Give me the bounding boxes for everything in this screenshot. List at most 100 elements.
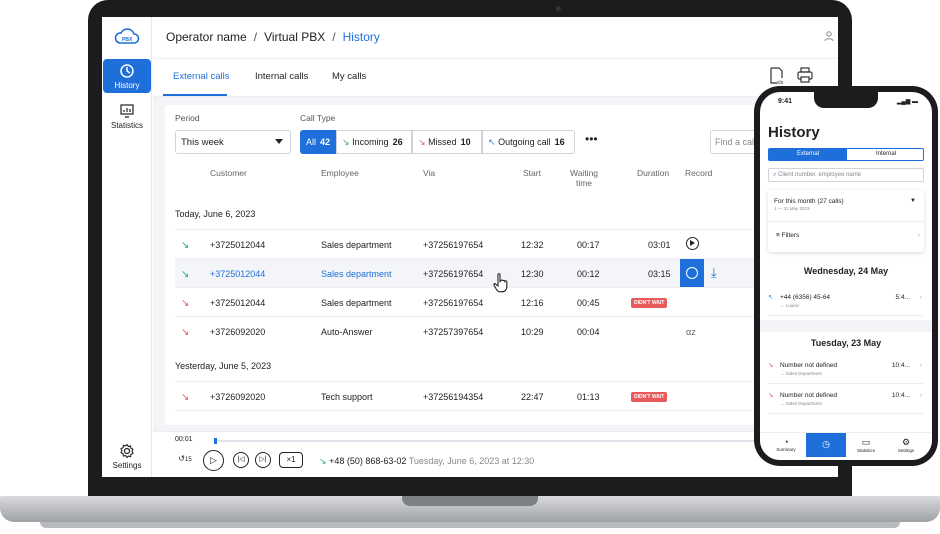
- customer-cell[interactable]: +3725012044: [210, 240, 265, 250]
- cloud-logo-icon[interactable]: PBX: [114, 25, 140, 47]
- col-customer[interactable]: Customer: [210, 168, 247, 178]
- col-duration[interactable]: Duration: [637, 168, 669, 178]
- play-record-icon[interactable]: [686, 237, 699, 250]
- sidebar: PBX History Statistics Settings: [102, 17, 152, 477]
- phone-tab-external[interactable]: External: [769, 149, 847, 160]
- table-row[interactable]: ↘ +3726092020 Tech support +37256194354 …: [175, 381, 805, 410]
- employee-cell: Sales department: [321, 298, 392, 308]
- col-employee[interactable]: Employee: [321, 168, 359, 178]
- phone-page-title: History: [768, 124, 820, 141]
- table-row[interactable]: ↘ +3725012044 Sales department +37256197…: [175, 287, 805, 316]
- phone-call-item[interactable]: ↖ +44 (6356) 45-64 ← Louise 5:4... ›: [768, 290, 924, 316]
- filter-missed[interactable]: ↘ Missed 10: [412, 130, 482, 154]
- table-row[interactable]: ↘ +3725012044 Sales department +37256197…: [175, 258, 805, 288]
- col-start[interactable]: Start: [523, 168, 541, 178]
- phone-nav-settings[interactable]: ⚙ Settings: [886, 437, 926, 453]
- employee-cell[interactable]: Sales department: [321, 269, 392, 279]
- breadcrumb-operator[interactable]: Operator name: [166, 30, 247, 44]
- col-waiting-time[interactable]: Waiting time: [570, 168, 598, 188]
- incoming-call-icon: ↘: [181, 269, 190, 280]
- phone-nav-history[interactable]: ◷: [806, 433, 846, 457]
- phone-nav-statistics[interactable]: ▭ Statistics: [846, 437, 886, 453]
- transcription-icon[interactable]: αz: [686, 327, 696, 337]
- missed-call-icon: ↘: [181, 392, 190, 403]
- breadcrumb: Operator name / Virtual PBX / History: [166, 30, 380, 44]
- phone-nav-summary[interactable]: ◔ Summary: [766, 437, 806, 452]
- clock-icon: ◷: [822, 439, 830, 449]
- filter-all[interactable]: All 42: [300, 130, 336, 154]
- employee-cell: Auto-Answer: [321, 327, 373, 337]
- download-icon[interactable]: ⤓: [711, 265, 717, 281]
- tab-my-calls[interactable]: My calls: [332, 71, 366, 82]
- sidebar-item-statistics[interactable]: Statistics: [102, 103, 152, 130]
- didnt-wait-badge: DIDN'T WAIT: [631, 298, 668, 308]
- tab-external-calls[interactable]: External calls: [173, 71, 230, 82]
- outgoing-arrow-icon: ↖: [488, 137, 496, 147]
- phone-call-item[interactable]: ↘ Number not defined → Sales Department …: [768, 358, 924, 384]
- incoming-call-icon: ↘: [181, 240, 190, 251]
- waiting-cell: 00:17: [577, 240, 600, 250]
- table-row[interactable]: ↘ +3725012044 Sales department +37256197…: [175, 229, 805, 258]
- rewind-15-button[interactable]: ↺15: [177, 452, 193, 468]
- sidebar-item-label: History: [114, 81, 140, 90]
- waiting-cell: 00:12: [577, 269, 600, 279]
- waiting-cell: 00:04: [577, 327, 600, 337]
- customer-cell[interactable]: +3726092020: [210, 392, 265, 402]
- customer-cell[interactable]: +3725012044: [210, 298, 265, 308]
- rewind-icon: ↺: [178, 454, 185, 463]
- incoming-call-icon: ↘: [319, 456, 327, 466]
- phone-call-item[interactable]: ↘ Number not defined → Sales Department …: [768, 388, 924, 414]
- user-icon[interactable]: [819, 28, 838, 48]
- chevron-right-icon: ›: [919, 392, 922, 399]
- monitor-chart-icon: ▭: [861, 437, 871, 447]
- export-xls-icon[interactable]: xls: [767, 67, 787, 87]
- phone-filters-button[interactable]: ≡ Filters: [776, 232, 799, 239]
- period-label: Period: [175, 113, 200, 123]
- missed-call-icon: ↘: [768, 392, 774, 399]
- player-call-info: ↘ +48 (50) 868-63-02 Tuesday, June 6, 20…: [319, 456, 534, 467]
- next-button[interactable]: ▷|: [255, 452, 271, 468]
- play-button[interactable]: ▷: [203, 450, 224, 471]
- start-cell: 12:30: [521, 269, 544, 279]
- phone-period[interactable]: For this month (27 calls): [774, 198, 844, 205]
- gear-icon: [120, 443, 134, 459]
- phone-tab-internal[interactable]: Internal: [847, 151, 925, 157]
- calls-card: Period This week Call Type All 42 ↘ Incom…: [165, 105, 805, 425]
- laptop-screen: PBX History Statistics Settings Operator…: [102, 17, 838, 477]
- start-cell: 12:16: [521, 298, 544, 308]
- previous-button[interactable]: |◁: [233, 452, 249, 468]
- sidebar-item-label: Statistics: [110, 121, 143, 130]
- laptop-notch: [402, 496, 538, 506]
- camera: [556, 6, 561, 11]
- printer-icon[interactable]: [795, 67, 815, 87]
- sidebar-item-history[interactable]: History: [103, 59, 151, 93]
- table-row[interactable]: ↘ +3726092020 Auto-Answer +37257397654 1…: [175, 316, 805, 345]
- sidebar-item-settings[interactable]: Settings: [102, 443, 152, 470]
- phone-search-input[interactable]: ⌕ Client number, employee name: [768, 168, 924, 182]
- speed-button[interactable]: ×1: [279, 452, 303, 468]
- playing-record-icon[interactable]: [680, 259, 704, 288]
- customer-cell[interactable]: +3725012044: [210, 269, 265, 279]
- calltype-label: Call Type: [300, 113, 336, 123]
- filter-outgoing[interactable]: ↖ Outgoing call 16: [482, 130, 575, 154]
- logo-text: PBX: [122, 37, 133, 43]
- group-today: Today, June 6, 2023: [175, 209, 256, 219]
- phone-day-header: Wednesday, 24 May: [803, 266, 889, 276]
- previous-icon: |◁: [237, 456, 245, 463]
- svg-text:xls: xls: [777, 80, 784, 85]
- player-progress-slider[interactable]: [214, 438, 794, 444]
- customer-cell[interactable]: +3726092020: [210, 327, 265, 337]
- period-select[interactable]: This week: [175, 130, 291, 154]
- breadcrumb-current: History: [342, 30, 380, 44]
- didnt-wait-badge: DIDN'T WAIT: [631, 392, 668, 402]
- phone-period-range: 1 — 31 May 2023: [774, 206, 810, 211]
- breadcrumb-pbx[interactable]: Virtual PBX: [264, 30, 325, 44]
- filter-incoming[interactable]: ↘ Incoming 26: [336, 130, 412, 154]
- chevron-down-icon[interactable]: ▼: [910, 198, 916, 204]
- tab-internal-calls[interactable]: Internal calls: [255, 71, 308, 82]
- period-value: This week: [181, 137, 224, 148]
- col-via[interactable]: Via: [423, 168, 435, 178]
- missed-arrow-icon: ↘: [418, 137, 426, 147]
- more-filters-button[interactable]: •••: [585, 132, 598, 146]
- player-date: Tuesday, June 6, 2023 at 12:30: [408, 456, 535, 466]
